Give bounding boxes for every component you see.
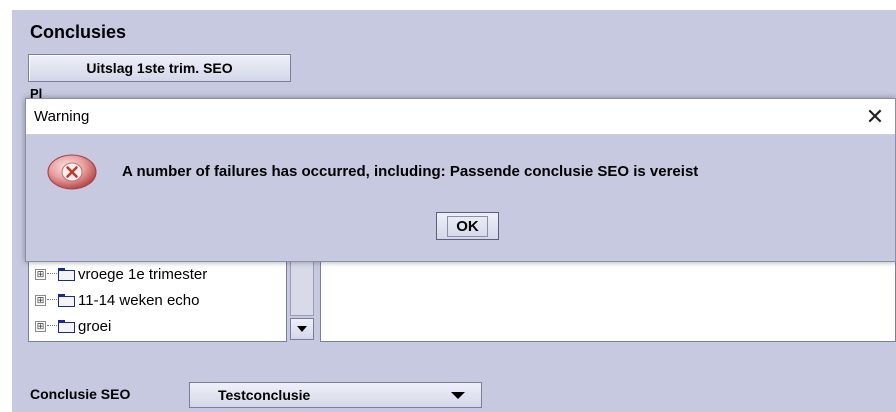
expand-icon[interactable]: ⊞ [35, 294, 46, 306]
tree-connector [47, 325, 57, 327]
category-tree[interactable]: ⊞ vroege 1e trimester ⊞ 11-14 weken echo… [28, 258, 316, 342]
conclusie-seo-label: Conclusie SEO [30, 386, 131, 402]
tree-item-vroege-1e-trimester[interactable]: ⊞ vroege 1e trimester [35, 263, 207, 285]
uitslag-button[interactable]: Uitslag 1ste trim. SEO [28, 54, 291, 82]
scroll-down-button[interactable] [290, 318, 314, 340]
expand-icon[interactable]: ⊞ [35, 320, 46, 332]
dropdown-selected-value: Testconclusie [218, 387, 311, 403]
ok-button[interactable]: OK [436, 212, 499, 240]
left-border [0, 0, 12, 412]
folder-icon [58, 294, 75, 307]
warning-dialog: Warning ✕ A number of failures has occur… [25, 98, 896, 262]
close-button[interactable]: ✕ [861, 103, 889, 131]
close-icon: ✕ [865, 104, 885, 129]
arrow-down-icon [297, 326, 307, 332]
tree-item-label: vroege 1e trimester [78, 265, 208, 283]
scrollbar-track[interactable] [290, 260, 314, 316]
section-title: Conclusies [30, 22, 127, 42]
tree-connector [47, 273, 57, 275]
conclusie-seo-dropdown[interactable]: Testconclusie [189, 382, 482, 408]
tree-item-label: groei [78, 317, 112, 335]
folder-icon [58, 268, 75, 281]
tree-item-groei[interactable]: ⊞ groei [35, 315, 111, 337]
warning-message: A number of failures has occurred, inclu… [122, 163, 699, 180]
ok-button-label: OK [447, 215, 488, 237]
dialog-title: Warning [34, 108, 90, 125]
tree-item-label: 11-14 weken echo [78, 291, 200, 309]
chevron-down-icon [451, 391, 465, 399]
dialog-titlebar[interactable]: Warning ✕ [26, 99, 895, 135]
expand-icon[interactable]: ⊞ [35, 268, 46, 280]
folder-icon [58, 320, 75, 333]
top-border [0, 0, 896, 10]
tree-item-11-14-weken-echo[interactable]: ⊞ 11-14 weken echo [35, 289, 199, 311]
hidden-label: Pl [30, 86, 43, 98]
tree-connector [47, 299, 57, 301]
detail-pane [320, 258, 896, 342]
error-icon [47, 154, 97, 190]
